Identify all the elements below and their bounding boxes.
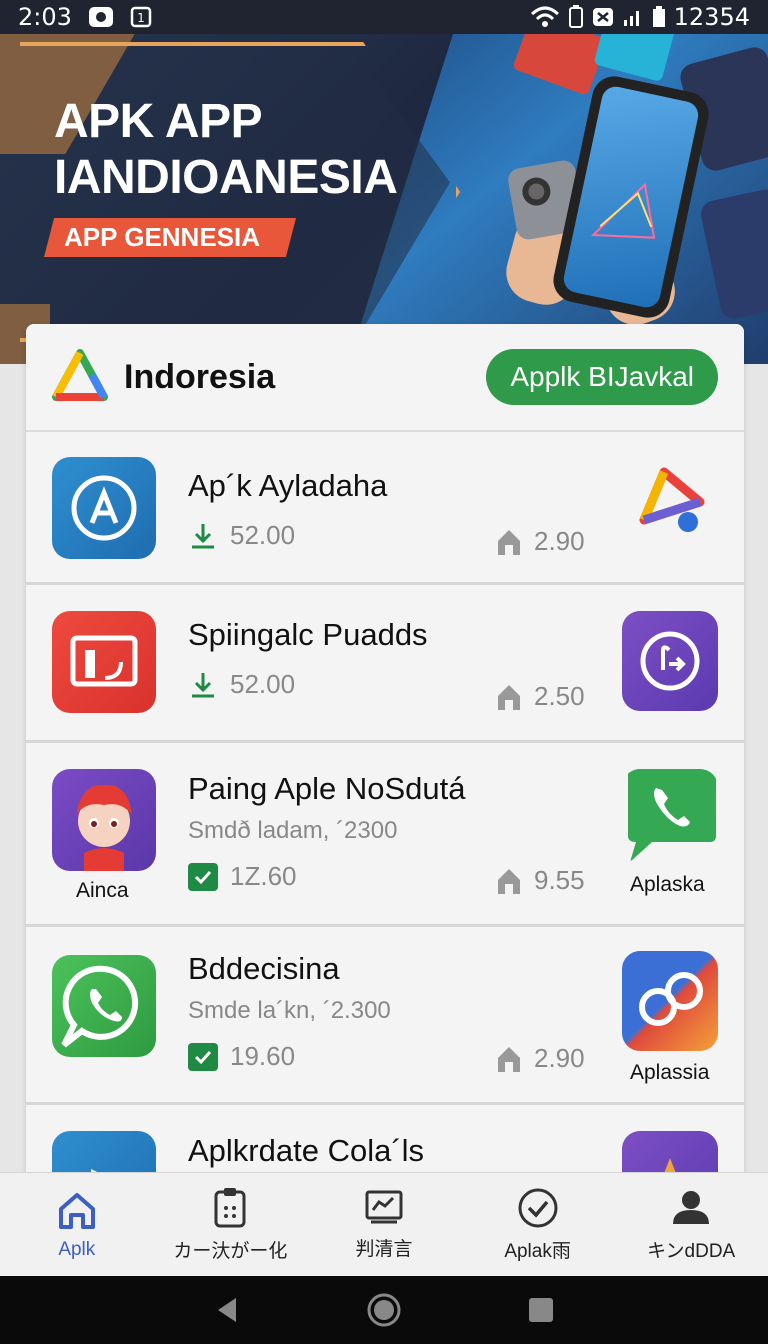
app-title: Spiingalc Puadds [188, 617, 428, 652]
notification-badge-icon: 1 [130, 6, 152, 28]
download-stat: 19.60 [188, 1041, 295, 1072]
download-count: 52.00 [230, 520, 296, 550]
app-caption: Aplassia [630, 1061, 710, 1084]
app-list-card: Indoresia Applk BIJavkal Ap´k Ayladaha 5… [26, 324, 744, 1204]
banner-tag: APP GENNESIA [44, 218, 297, 257]
status-counter: 12354 [673, 3, 750, 31]
app-list-item[interactable]: Bddecisina Smde la´kn, ´2.300 19.60 2.90… [26, 927, 744, 1105]
hero-banner[interactable]: APK APP IANDIOANESIA APP GENNESIA [0, 34, 768, 364]
download-count: 19.60 [230, 1041, 296, 1071]
app-caption: Ainca [76, 879, 129, 902]
app-store-icon [52, 457, 156, 559]
rating-stat: 2.50 [494, 681, 585, 712]
nav-label: Aplak雨 [504, 1241, 571, 1262]
wifi-icon [530, 6, 560, 28]
card-header: Indoresia Applk BIJavkal [26, 324, 744, 432]
nav-label: キンdDDA [647, 1241, 736, 1262]
app-list-item[interactable]: Ap´k Ayladaha 52.00 2.90 [26, 432, 744, 585]
app-subtitle: Smdð ladam, ´2300 [188, 817, 398, 844]
signal-icon [622, 6, 644, 28]
check-icon [188, 1042, 218, 1071]
download-count: 52.00 [230, 669, 296, 699]
app-subtitle: Smde la´kn, ´2.300 [188, 997, 391, 1024]
rating-value: 2.90 [534, 526, 585, 556]
music-share-icon[interactable] [622, 611, 718, 711]
svg-text:1: 1 [137, 11, 145, 25]
check-icon [188, 862, 218, 891]
battery-saver-icon [568, 5, 584, 29]
bottom-navigation: Aplk カー汏がー化 判清言 Aplak雨 キンdDDA [0, 1172, 768, 1276]
home-rating-icon [498, 868, 520, 894]
nav-item-profile[interactable]: キンdDDA [614, 1173, 768, 1276]
app-title: Aplkrdate Cola´ls [188, 1133, 425, 1168]
rating-stat: 2.90 [494, 1043, 585, 1074]
notification-icon [88, 6, 114, 28]
nav-label: Aplk [58, 1238, 96, 1260]
app-title: Paing Aple NoSdutá [188, 771, 466, 806]
nav-item-chart[interactable]: 判清言 [307, 1173, 461, 1276]
app-list-item[interactable]: Spiingalc Puadds 52.00 2.50 [26, 585, 744, 743]
nav-item-clipboard[interactable]: カー汏がー化 [154, 1173, 308, 1276]
nav-item-home[interactable]: Aplk [0, 1173, 154, 1276]
brand-logo-icon [52, 349, 108, 401]
rating-value: 2.90 [534, 1043, 585, 1073]
banner-title-line2: IANDIOANESIA [54, 151, 398, 204]
status-bar: 2:03 1 12354 [0, 0, 768, 34]
home-rating-icon [498, 529, 520, 555]
download-stat: 52.00 [188, 520, 295, 551]
rating-value: 2.50 [534, 681, 585, 711]
status-time: 2:03 [18, 3, 72, 31]
person-icon [673, 1191, 710, 1224]
banner-title: APK APP IANDIOANESIA [54, 94, 398, 206]
download-stat: 1Z.60 [188, 861, 297, 892]
rating-stat: 2.90 [494, 526, 585, 557]
app-list-item[interactable]: Ainca Paing Aple NoSdutá Smdð ladam, ´23… [26, 743, 744, 927]
home-icon [58, 1192, 95, 1229]
rating-value: 9.55 [534, 865, 585, 895]
home-button-icon[interactable] [366, 1292, 402, 1328]
home-rating-icon [498, 1046, 520, 1072]
download-count: 1Z.60 [230, 861, 297, 891]
chart-icon [365, 1190, 403, 1224]
app-caption: Aplaska [630, 873, 705, 896]
back-icon[interactable] [212, 1295, 242, 1325]
whatsapp-icon [52, 955, 156, 1057]
download-stat: 52.00 [188, 669, 295, 700]
nav-label: 判清言 [355, 1239, 413, 1260]
header-action-button[interactable]: Applk BIJavkal [486, 349, 718, 405]
split-app-icon [52, 611, 156, 713]
brand-name: Indoresia [124, 357, 276, 396]
phone-chat-icon[interactable] [622, 769, 718, 863]
nav-item-check[interactable]: Aplak雨 [461, 1173, 615, 1276]
download-icon [192, 523, 214, 548]
download-icon [192, 672, 214, 697]
system-navigation-bar [0, 1276, 768, 1344]
app-title: Bddecisina [188, 951, 340, 986]
clipboard-icon [214, 1188, 246, 1228]
nav-label: カー汏がー化 [173, 1241, 288, 1262]
battery-icon [652, 6, 666, 28]
check-circle-icon [518, 1188, 558, 1228]
network-icon [592, 6, 614, 28]
avatar-app-icon [52, 769, 156, 871]
recents-icon[interactable] [526, 1295, 556, 1325]
banner-title-line1: APK APP [54, 95, 263, 148]
app-title: Ap´k Ayladaha [188, 468, 388, 503]
home-rating-icon [498, 684, 520, 710]
rating-stat: 9.55 [494, 865, 585, 896]
link-app-icon[interactable] [622, 951, 718, 1051]
play-triangle-icon[interactable] [622, 450, 718, 550]
